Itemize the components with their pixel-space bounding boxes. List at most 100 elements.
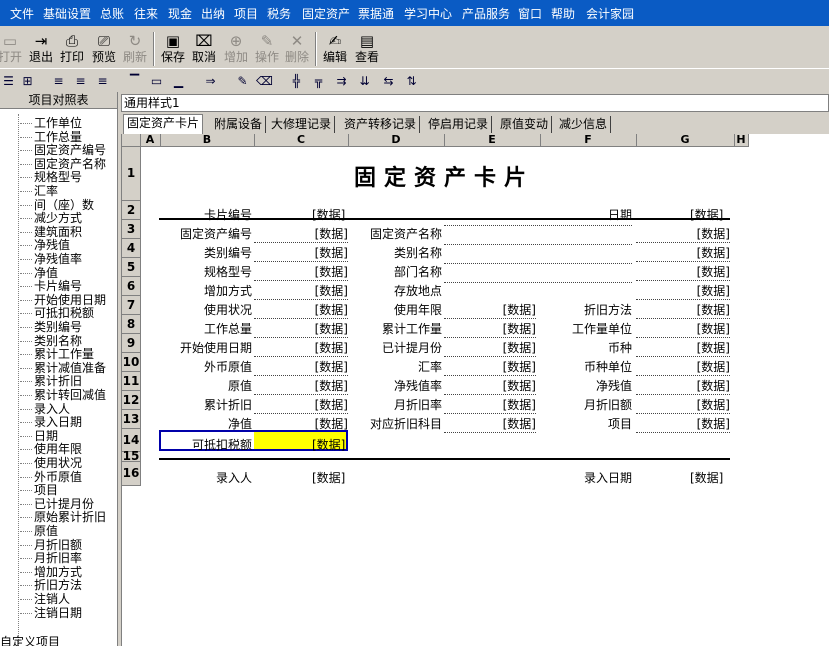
tab-3[interactable]: 资产转移记录 — [341, 116, 421, 133]
sidebar-field-item[interactable]: 累计减值准备 — [20, 361, 106, 375]
field-value[interactable]: [数据] — [254, 301, 348, 319]
toolbar-button-6[interactable]: ⌧ 取消 — [188, 32, 220, 66]
sidebar-field-item[interactable]: 月折旧额 — [20, 538, 82, 552]
tab-6[interactable]: 减少信息 — [556, 116, 612, 133]
split-icon[interactable]: ⇅ — [403, 73, 420, 89]
column-header-cell[interactable]: A — [140, 134, 161, 146]
sidebar-field-item[interactable]: 减少方式 — [20, 211, 82, 225]
valign-top-icon[interactable]: ▔ — [126, 73, 143, 89]
field-value[interactable]: [数据] — [636, 225, 730, 243]
row-header-cell[interactable]: 11 — [122, 372, 141, 391]
delete-column-icon[interactable]: ⇉ — [333, 73, 350, 89]
align-center-icon[interactable]: ≡ — [72, 73, 89, 89]
field-value[interactable]: [数据] — [254, 377, 348, 395]
sidebar-field-item[interactable]: 折旧方法 — [20, 578, 82, 592]
toolbar-button-9[interactable]: ✕ 删除 — [281, 32, 313, 66]
value-entry-date[interactable]: [数据] — [690, 469, 723, 486]
column-header-cell[interactable]: E — [444, 134, 541, 146]
sidebar-field-item[interactable]: 录入日期 — [20, 415, 82, 429]
value-entered-by[interactable]: [数据] — [312, 469, 345, 486]
field-value[interactable]: [数据] — [254, 358, 348, 376]
sidebar-field-item[interactable]: 开始使用日期 — [20, 293, 106, 307]
menu-item-2[interactable]: 总账 — [100, 5, 124, 22]
row-header-cell[interactable]: 13 — [122, 410, 141, 429]
menu-item-3[interactable]: 往来 — [134, 5, 158, 22]
toolbar-button-11[interactable]: ▤ 查看 — [351, 32, 383, 66]
toolbar-button-5[interactable]: ▣ 保存 — [157, 32, 189, 66]
sidebar-field-item[interactable]: 类别编号 — [20, 320, 82, 334]
column-header-cell[interactable]: G — [636, 134, 735, 146]
menu-item-13[interactable]: 帮助 — [551, 5, 575, 22]
menu-item-10[interactable]: 学习中心 — [404, 5, 452, 22]
sidebar-field-item[interactable]: 累计工作量 — [20, 347, 94, 361]
tab-2[interactable]: 大修理记录 — [268, 116, 336, 133]
toolbar-button-3[interactable]: ⎚ 预览 — [88, 32, 120, 66]
field-value[interactable]: [数据] — [636, 244, 730, 262]
row-header-cell[interactable]: 8 — [122, 315, 141, 334]
style-name-field[interactable]: 通用样式1 — [121, 94, 829, 112]
field-value[interactable]: [数据] — [636, 358, 730, 376]
menu-item-8[interactable]: 固定资产 — [302, 5, 350, 22]
sidebar-field-item[interactable]: 净残值 — [20, 238, 70, 252]
toolbar-button-4[interactable]: ↻ 刷新 — [119, 32, 151, 66]
column-header-cell[interactable]: F — [540, 134, 637, 146]
sidebar-field-item[interactable]: 汇率 — [20, 184, 58, 198]
valign-middle-icon[interactable]: ▭ — [148, 73, 165, 89]
merge-icon[interactable]: ⇆ — [380, 73, 397, 89]
field-value[interactable]: [数据] — [254, 396, 348, 414]
field-value[interactable]: [数据] — [444, 377, 536, 395]
field-value[interactable]: [数据] — [636, 377, 730, 395]
field-value[interactable]: [数据] — [636, 282, 730, 300]
sidebar-field-item[interactable]: 规格型号 — [20, 170, 82, 184]
tab-4[interactable]: 停启用记录 — [425, 116, 493, 133]
sidebar-field-item[interactable]: 类别名称 — [20, 334, 82, 348]
tab-5[interactable]: 原值变动 — [497, 116, 553, 133]
sidebar-field-item[interactable]: 增加方式 — [20, 565, 82, 579]
value-deductible-tax[interactable]: [数据] — [312, 436, 345, 453]
menu-item-1[interactable]: 基础设置 — [43, 5, 91, 22]
field-value[interactable]: [数据] — [444, 320, 536, 338]
field-value[interactable]: [数据] — [444, 339, 536, 357]
field-value[interactable]: [数据] — [444, 358, 536, 376]
row-header-cell[interactable]: 2 — [122, 201, 141, 220]
row-header-cell[interactable]: 1 — [122, 147, 141, 201]
row-header-cell[interactable]: 10 — [122, 353, 141, 372]
sidebar-field-item[interactable]: 项目 — [20, 483, 58, 497]
row-header-cell[interactable]: 16 — [122, 462, 141, 486]
toolbar-button-0[interactable]: ▭ 打开 — [0, 32, 26, 66]
field-value[interactable]: [数据] — [254, 339, 348, 357]
menu-item-14[interactable]: 会计家园 — [586, 5, 634, 22]
field-value[interactable]: [数据] — [444, 415, 536, 433]
toolbar-button-1[interactable]: ⇥ 退出 — [25, 32, 57, 66]
sidebar-field-item[interactable]: 注销人 — [20, 592, 70, 606]
sidebar-field-item[interactable]: 原值 — [20, 524, 58, 538]
sidebar-field-item[interactable]: 累计折旧 — [20, 374, 82, 388]
field-value[interactable]: [数据] — [254, 320, 348, 338]
menu-item-6[interactable]: 项目 — [234, 5, 258, 22]
sidebar-field-item[interactable]: 净值 — [20, 266, 58, 280]
column-header-cell[interactable]: B — [160, 134, 255, 146]
delete-row-icon[interactable]: ⇊ — [356, 73, 373, 89]
field-value[interactable]: [数据] — [636, 339, 730, 357]
menu-item-5[interactable]: 出纳 — [201, 5, 225, 22]
row-header-cell[interactable]: 6 — [122, 277, 141, 296]
field-value[interactable]: [数据] — [444, 396, 536, 414]
sidebar-field-item[interactable]: 间（座）数 — [20, 198, 94, 212]
field-value[interactable]: [数据] — [254, 244, 348, 262]
row-header-cell[interactable]: 7 — [122, 296, 141, 315]
field-value[interactable]: [数据] — [636, 301, 730, 319]
toolbar-button-7[interactable]: ⊕ 增加 — [220, 32, 252, 66]
tab-0[interactable]: 固定资产卡片 — [123, 114, 204, 134]
menu-item-7[interactable]: 税务 — [267, 5, 291, 22]
sidebar-field-item[interactable]: 净残值率 — [20, 252, 82, 266]
field-value[interactable]: [数据] — [636, 415, 730, 433]
border-none-icon[interactable]: ☰ — [0, 73, 17, 89]
insert-row-icon[interactable]: ╦ — [310, 73, 327, 89]
row-header-cell[interactable]: 12 — [122, 391, 141, 410]
sidebar-field-item[interactable]: 月折旧率 — [20, 551, 82, 565]
field-value[interactable]: [数据] — [636, 320, 730, 338]
sidebar-field-item[interactable]: 已计提月份 — [20, 497, 94, 511]
sidebar-field-item[interactable]: 录入人 — [20, 402, 70, 416]
toolbar-button-10[interactable]: ✍ 编辑 — [319, 32, 351, 66]
field-value[interactable]: [数据] — [254, 225, 348, 243]
